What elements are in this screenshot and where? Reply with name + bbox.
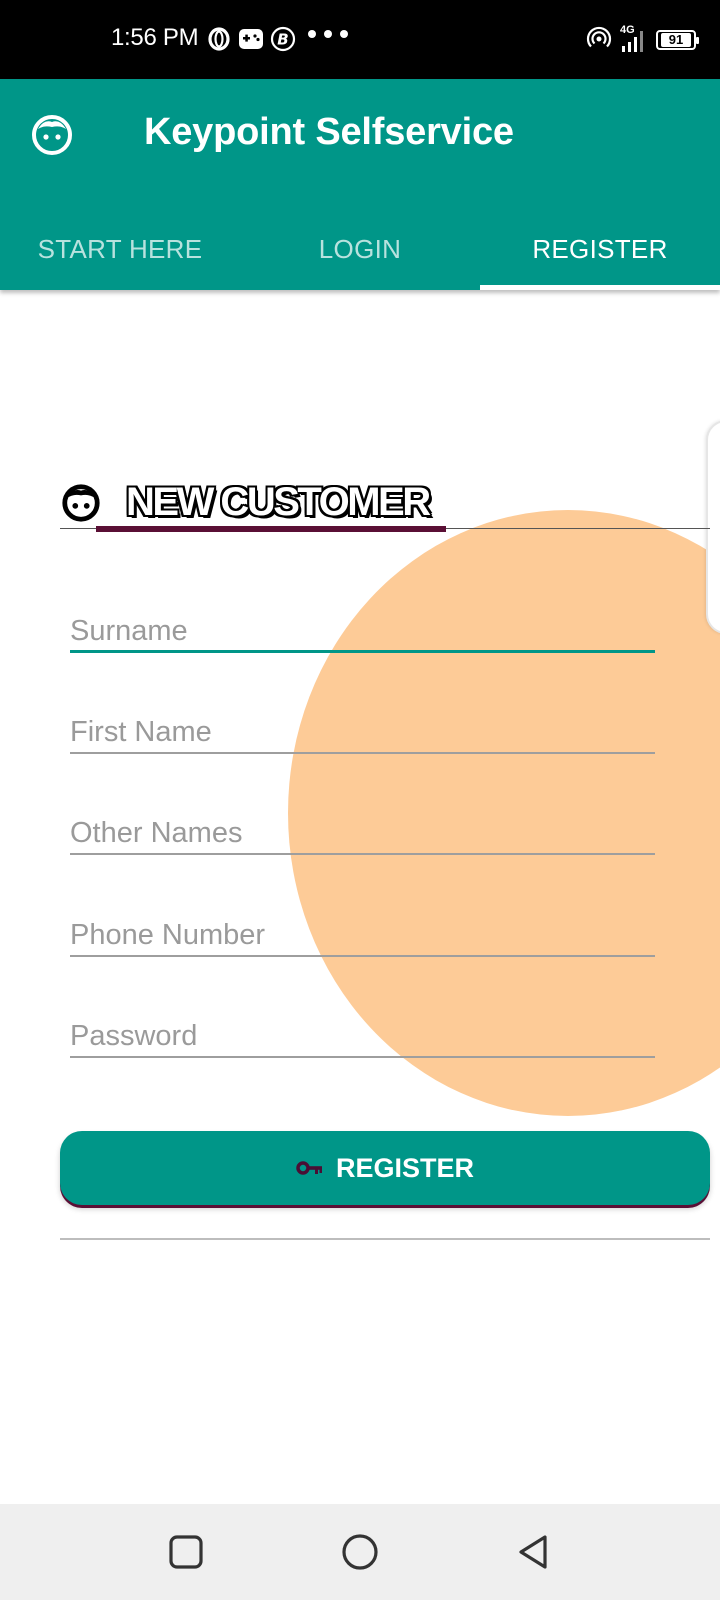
form-divider [60, 1238, 710, 1240]
surname-underline [70, 650, 655, 653]
app-title: Keypoint Selfservice [144, 111, 514, 153]
form-title: NEW CUSTOMER [126, 480, 431, 524]
svg-text:B: B [277, 31, 288, 49]
gamepad-icon [238, 26, 264, 52]
status-system-icons: 4G 91 [586, 24, 699, 55]
tab-login[interactable]: LOGIN [240, 209, 480, 290]
b-badge-icon: B [270, 26, 296, 52]
tab-register[interactable]: REGISTER [480, 209, 720, 290]
register-button-label: REGISTER [335, 1152, 475, 1183]
password-underline [70, 1056, 655, 1058]
app-bar: Keypoint Selfservice START HERE LOGIN RE… [0, 79, 720, 290]
password-field [70, 998, 655, 1058]
battery-level: 91 [661, 32, 691, 47]
phone-number-underline [70, 955, 655, 957]
screen: 1:56 PM B 4G 91 Keypoint Selfservice STA… [0, 0, 720, 1600]
first-name-underline [70, 752, 655, 754]
battery-icon: 91 [656, 29, 699, 50]
recents-square-icon[interactable] [166, 1532, 206, 1572]
more-dots-icon [308, 30, 348, 38]
back-triangle-icon[interactable] [514, 1532, 554, 1572]
first-name-input[interactable] [70, 694, 655, 752]
other-names-input[interactable] [70, 795, 655, 853]
password-input[interactable] [70, 998, 655, 1056]
phone-number-field [70, 897, 655, 957]
side-pull-tab[interactable] [706, 420, 720, 634]
phone-number-input[interactable] [70, 897, 655, 955]
heading-accent-bar [96, 526, 446, 532]
system-nav-bar [0, 1504, 720, 1600]
face-icon[interactable] [30, 113, 74, 157]
face-icon [62, 483, 100, 522]
key-icon [296, 1161, 322, 1175]
hotspot-icon [586, 24, 612, 55]
home-circle-icon[interactable] [340, 1532, 380, 1572]
other-names-field [70, 795, 655, 855]
opera-icon [206, 26, 232, 52]
tab-bar: START HERE LOGIN REGISTER [0, 209, 720, 290]
tab-start-here[interactable]: START HERE [0, 209, 240, 290]
form-heading: NEW CUSTOMER [60, 480, 431, 525]
signal-icon: 4G [620, 24, 648, 54]
other-names-underline [70, 853, 655, 855]
surname-field [70, 593, 655, 653]
status-notification-icons: B [206, 26, 296, 52]
first-name-field [70, 694, 655, 754]
status-time: 1:56 PM [111, 24, 199, 51]
surname-input[interactable] [70, 593, 655, 651]
register-button[interactable]: REGISTER [60, 1131, 710, 1205]
status-bar: 1:56 PM B 4G 91 [0, 0, 720, 79]
